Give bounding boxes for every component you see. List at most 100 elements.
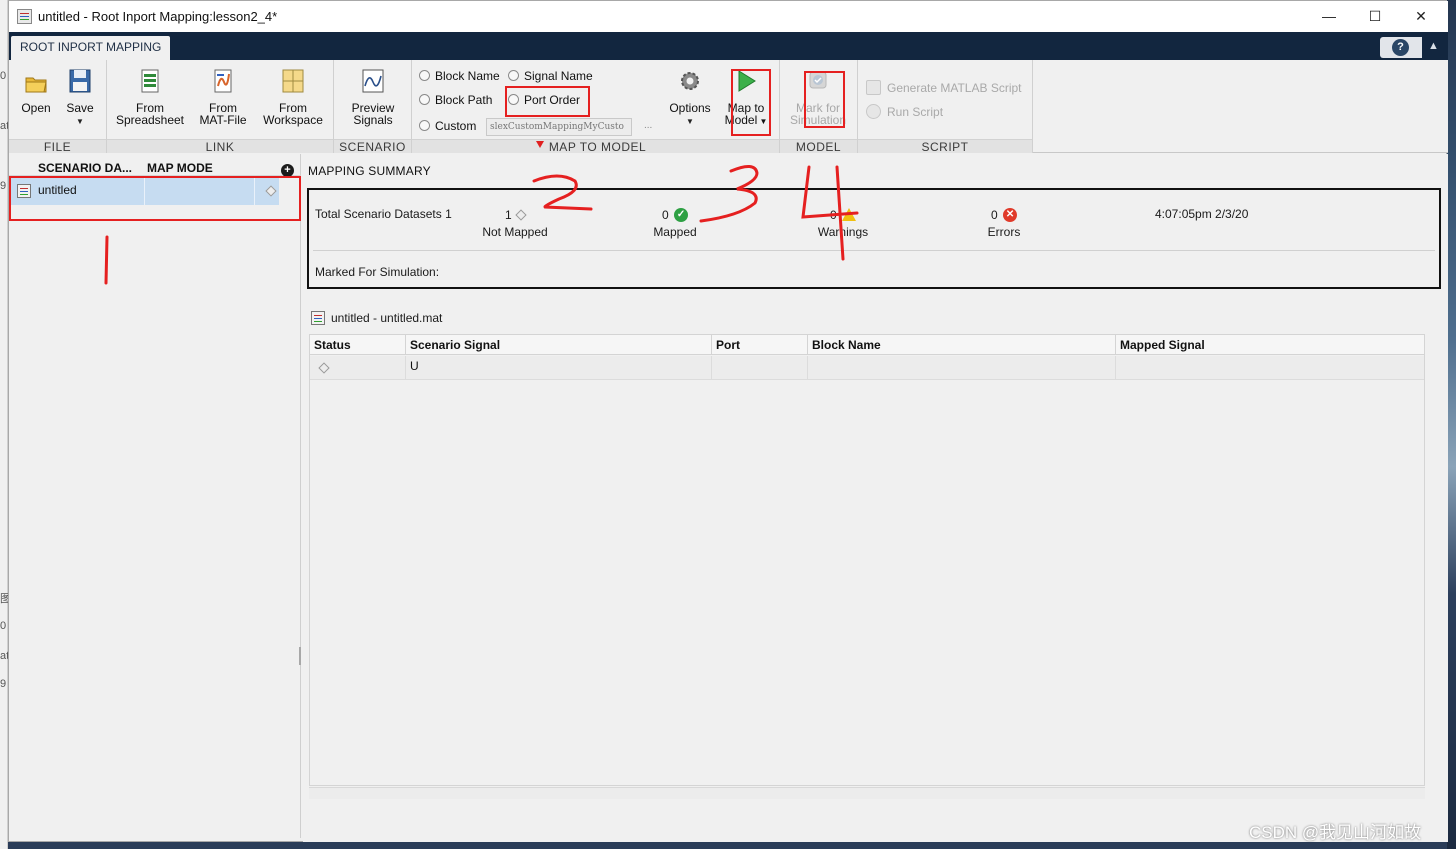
map-to-model-section-label: MAP TO MODEL: [412, 139, 779, 154]
ribbon: Open Save ▼ FILE From Spreadsheet From M…: [9, 60, 1448, 154]
script-section-label: SCRIPT: [858, 139, 1032, 154]
signal-mapping-table: Status Scenario Signal Port Block Name M…: [309, 334, 1425, 786]
generate-script-button[interactable]: Generate MATLAB Script: [866, 80, 1022, 95]
model-section-label: MODEL: [780, 139, 857, 154]
folder-open-icon: [25, 77, 47, 93]
radio-signal-name-label: Signal Name: [524, 69, 593, 83]
row-scenario-signal: U: [406, 356, 712, 380]
file-section-label: FILE: [9, 139, 106, 154]
open-label: Open: [21, 101, 51, 115]
annotation-box-port-order: [505, 86, 590, 117]
scenario-section-label: SCENARIO: [334, 139, 411, 154]
warnings-label: Warnings: [817, 224, 869, 239]
app-icon: [17, 9, 32, 24]
desktop-right-edge: [1447, 0, 1456, 849]
spreadsheet-icon: [141, 69, 159, 93]
run-script-label: Run Script: [887, 105, 944, 119]
mapping-panel: MAPPING SUMMARY Total Scenario Datasets …: [303, 154, 1448, 842]
collapse-ribbon-icon[interactable]: ▲: [1428, 40, 1439, 52]
preview-label-2: Signals: [353, 113, 393, 127]
save-button[interactable]: Save ▼: [62, 66, 98, 128]
mapped-stat: 0 ✓ Mapped: [645, 207, 705, 239]
close-button[interactable]: ✕: [1398, 1, 1444, 32]
run-script-button[interactable]: Run Script: [866, 104, 943, 119]
from-spreadsheet-button[interactable]: From Spreadsheet: [113, 66, 187, 126]
signal-table-header: Status Scenario Signal Port Block Name M…: [310, 335, 1424, 355]
row-port: [712, 356, 808, 380]
radio-circle-icon[interactable]: [508, 70, 519, 81]
workspace-icon: [282, 69, 304, 93]
link-section-label: LINK: [107, 139, 333, 154]
col-map-mode[interactable]: MAP MODE: [147, 161, 213, 175]
col-port[interactable]: Port: [712, 335, 808, 355]
preview-signals-icon: [362, 69, 384, 93]
radio-custom-label: Custom: [435, 119, 477, 133]
open-button[interactable]: Open: [18, 66, 54, 114]
mat-file-icon: [311, 311, 325, 325]
custom-function-input[interactable]: slexCustomMappingMyCusto: [486, 118, 632, 136]
script-file-icon: [866, 80, 881, 95]
summary-timestamp: 4:07:05pm 2/3/20: [1155, 207, 1249, 221]
not-mapped-label: Not Mapped: [482, 224, 548, 239]
check-circle-icon: ✓: [674, 207, 689, 222]
mat-file-title: untitled - untitled.mat: [311, 311, 442, 325]
table-footer-strip: [309, 787, 1425, 799]
datasets-table-header: SCENARIO DA... MAP MODE +: [9, 158, 301, 177]
annotation-box-mark-for-simulation: [804, 71, 845, 128]
preview-signals-button[interactable]: Preview Signals: [342, 66, 404, 126]
script-section: Generate MATLAB Script Run Script SCRIPT: [858, 60, 1033, 154]
maximize-button[interactable]: ☐: [1352, 1, 1398, 32]
save-label: Save: [66, 101, 94, 115]
desktop-left-edge: 0 at 9 图 0 at 9: [0, 0, 11, 849]
mapping-summary-title: MAPPING SUMMARY: [308, 164, 431, 178]
not-mapped-count: 1: [504, 207, 512, 222]
help-icon[interactable]: ?: [1392, 39, 1409, 56]
options-label: Options: [669, 101, 711, 115]
options-button[interactable]: Options ▼: [666, 66, 714, 128]
scenario-datasets-panel: SCENARIO DA... MAP MODE + untitled: [9, 154, 301, 838]
map-to-model-section: Block Name Signal Name Block Path Port O…: [412, 60, 780, 154]
radio-block-path-label: Block Path: [435, 93, 493, 107]
signal-table-row[interactable]: U: [310, 356, 1424, 380]
summary-divider: [313, 250, 1435, 251]
radio-circle-icon[interactable]: [419, 94, 430, 105]
from-mat-file-button[interactable]: From MAT-File: [195, 66, 251, 126]
tab-root-inport-mapping[interactable]: ROOT INPORT MAPPING: [11, 36, 171, 60]
options-dropdown-icon[interactable]: ▼: [666, 116, 714, 128]
radio-block-name-label: Block Name: [435, 69, 500, 83]
radio-custom[interactable]: Custom: [419, 119, 476, 133]
col-scenario-dataset[interactable]: SCENARIO DA...: [38, 161, 132, 175]
not-mapped-stat: 1 Not Mapped: [477, 207, 553, 239]
title-bar: untitled - Root Inport Mapping:lesson2_4…: [9, 1, 1448, 32]
col-scenario-signal[interactable]: Scenario Signal: [406, 335, 712, 355]
save-dropdown-icon[interactable]: ▼: [62, 116, 98, 128]
not-mapped-diamond-icon: [318, 362, 330, 374]
from-workspace-button[interactable]: From Workspace: [260, 66, 326, 126]
toolstrip-tab-bar: ROOT INPORT MAPPING ? ▲: [9, 32, 1448, 60]
save-disk-icon: [69, 69, 91, 93]
radio-block-name[interactable]: Block Name: [419, 69, 500, 83]
link-section: From Spreadsheet From MAT-File From Work…: [107, 60, 334, 154]
radio-circle-icon[interactable]: [419, 70, 430, 81]
map-to-model-expand-icon[interactable]: [536, 141, 544, 148]
col-mapped-signal[interactable]: Mapped Signal: [1116, 335, 1424, 355]
annotation-box-dataset: [9, 176, 301, 221]
radio-circle-icon[interactable]: [419, 120, 430, 131]
radio-signal-name[interactable]: Signal Name: [508, 69, 593, 83]
row-status-cell: [310, 356, 406, 380]
row-block-name: [808, 356, 1116, 380]
custom-browse-button[interactable]: ...: [644, 120, 652, 131]
radio-block-path[interactable]: Block Path: [419, 93, 492, 107]
minimize-button[interactable]: —: [1306, 1, 1352, 32]
col-status[interactable]: Status: [310, 335, 406, 355]
run-script-icon: [866, 104, 881, 119]
error-circle-icon: ✕: [1003, 207, 1018, 222]
col-block-name[interactable]: Block Name: [808, 335, 1116, 355]
csdn-watermark: CSDN @我见山河如故: [1249, 823, 1422, 842]
not-mapped-diamond-icon: [515, 209, 527, 221]
from-workspace-label-2: Workspace: [263, 113, 323, 127]
warning-triangle-icon: [842, 208, 857, 222]
file-section: Open Save ▼ FILE: [9, 60, 107, 154]
panel-splitter-handle[interactable]: [299, 647, 301, 665]
total-datasets-label: Total Scenario Datasets 1: [315, 207, 452, 221]
